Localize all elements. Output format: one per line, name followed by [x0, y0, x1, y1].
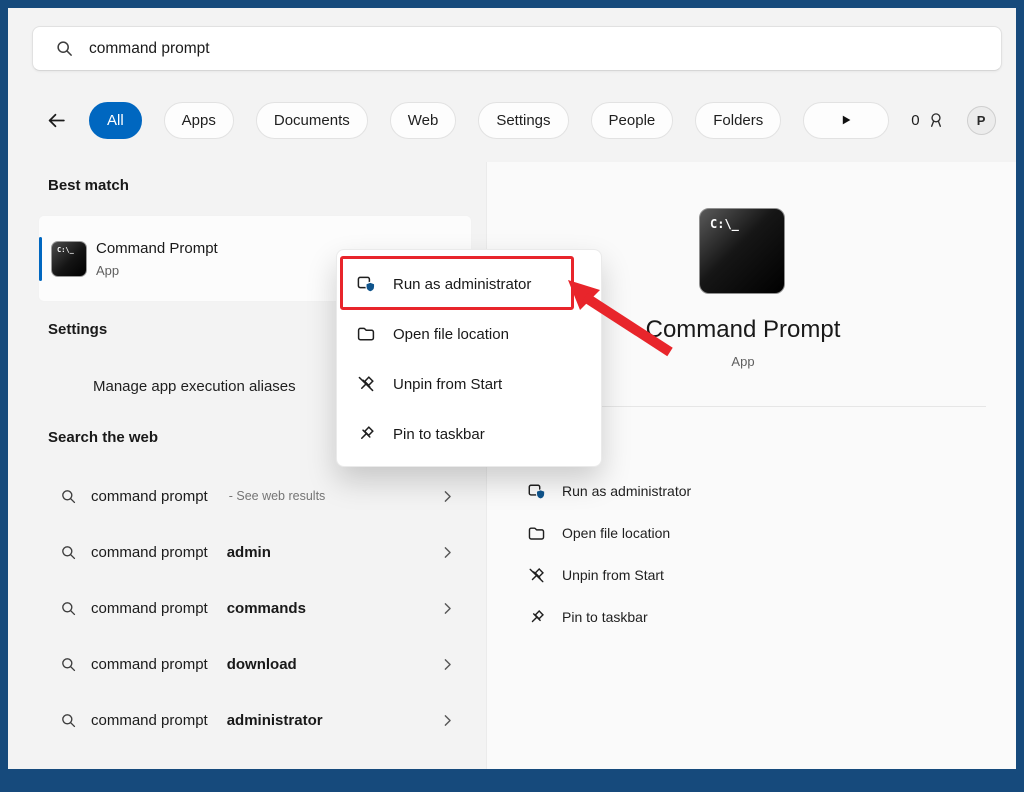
web-suggestion-row[interactable]: command prompt commands	[38, 580, 472, 636]
filter-tab-documents[interactable]: Documents	[256, 102, 368, 139]
user-avatar[interactable]: P	[967, 106, 996, 135]
settings-result-label: Manage app execution aliases	[93, 378, 296, 395]
preview-action-unpin-from-start[interactable]: Unpin from Start	[527, 554, 996, 596]
search-icon	[60, 600, 77, 617]
web-suggestion-row[interactable]: command prompt - See web results	[38, 468, 472, 524]
web-suggestion-row[interactable]: command prompt admin	[38, 524, 472, 580]
filter-bar: All Apps Documents Web Settings People F…	[46, 101, 1024, 139]
filter-tab-label: Apps	[182, 112, 216, 129]
result-subtitle: App	[96, 263, 218, 278]
filter-tab-label: Settings	[496, 112, 550, 129]
annotation-highlight-box	[340, 256, 574, 310]
preview-action-label: Open file location	[562, 525, 670, 541]
rewards-count: 0	[911, 112, 919, 129]
search-query-text: command prompt	[89, 40, 210, 58]
web-suggestion-row[interactable]: command prompt download	[38, 636, 472, 692]
suggestion-query-bold: administrator	[227, 712, 323, 729]
chevron-right-icon[interactable]	[439, 544, 456, 561]
settings-heading: Settings	[48, 321, 107, 338]
preview-action-label: Pin to taskbar	[562, 609, 648, 625]
pin-icon	[356, 424, 376, 444]
preview-action-run-as-admin[interactable]: Run as administrator	[527, 470, 996, 512]
folder-icon	[527, 524, 546, 543]
window-border-top	[0, 0, 1024, 8]
suggestion-note: - See web results	[229, 489, 326, 503]
window-border-left	[0, 0, 8, 792]
filter-tab-apps[interactable]: Apps	[164, 102, 234, 139]
command-prompt-icon: C:\_	[51, 241, 87, 277]
suggestion-query-bold: commands	[227, 600, 306, 617]
result-title: Command Prompt	[96, 239, 218, 258]
filter-tab-label: Documents	[274, 112, 350, 129]
suggestion-query: command prompt	[91, 488, 208, 505]
suggestion-query: command prompt	[91, 600, 208, 617]
filter-tab-label: People	[609, 112, 656, 129]
cmd-icon-text: C:\_	[57, 246, 74, 254]
pin-icon	[527, 608, 546, 627]
search-input[interactable]: command prompt	[32, 26, 1002, 71]
filter-tab-label: Folders	[713, 112, 763, 129]
selection-accent-bar	[39, 237, 42, 281]
preview-action-pin-to-taskbar[interactable]: Pin to taskbar	[527, 596, 996, 638]
filter-scroll-right-button[interactable]	[803, 102, 889, 139]
search-icon	[60, 712, 77, 729]
context-menu-label: Open file location	[393, 326, 509, 343]
preview-action-open-file-location[interactable]: Open file location	[527, 512, 996, 554]
chevron-right-icon[interactable]	[439, 712, 456, 729]
folder-icon	[356, 324, 376, 344]
filter-tab-label: All	[107, 112, 124, 129]
preview-actions: Run as administrator Open file location …	[527, 470, 996, 638]
context-menu-item-pin-to-taskbar[interactable]: Pin to taskbar	[337, 409, 601, 459]
admin-shield-icon	[527, 482, 546, 501]
suggestion-query: command prompt	[91, 656, 208, 673]
rewards-counter[interactable]: 0	[911, 111, 944, 129]
context-menu-label: Unpin from Start	[393, 376, 502, 393]
filter-tab-label: Web	[408, 112, 439, 129]
avatar-initial: P	[977, 113, 986, 128]
suggestion-query: command prompt	[91, 712, 208, 729]
search-icon	[55, 39, 74, 58]
command-prompt-icon-large: C:\_	[699, 208, 785, 294]
context-menu-item-unpin-from-start[interactable]: Unpin from Start	[337, 359, 601, 409]
cmd-icon-text: C:\_	[710, 217, 739, 231]
search-icon	[60, 544, 77, 561]
play-icon	[838, 112, 854, 128]
unpin-icon	[356, 374, 376, 394]
back-button[interactable]	[46, 110, 67, 131]
annotation-arrow	[560, 270, 690, 365]
context-menu-label: Pin to taskbar	[393, 426, 485, 443]
windows-search-panel: command prompt All Apps Documents Web Se…	[0, 0, 1024, 792]
chevron-right-icon[interactable]	[439, 488, 456, 505]
filter-tab-all[interactable]: All	[89, 102, 142, 139]
search-icon	[60, 488, 77, 505]
chevron-right-icon[interactable]	[439, 656, 456, 673]
rewards-medal-icon	[927, 111, 945, 129]
suggestion-query-bold: download	[227, 656, 297, 673]
filter-tab-settings[interactable]: Settings	[478, 102, 568, 139]
best-match-heading: Best match	[48, 177, 129, 194]
best-match-text: Command Prompt App	[96, 239, 218, 278]
window-border-bottom	[0, 769, 1024, 792]
unpin-icon	[527, 566, 546, 585]
preview-action-label: Unpin from Start	[562, 567, 664, 583]
suggestion-query-bold: admin	[227, 544, 271, 561]
suggestion-query: command prompt	[91, 544, 208, 561]
search-icon	[60, 656, 77, 673]
search-the-web-heading: Search the web	[48, 429, 158, 446]
chevron-right-icon[interactable]	[439, 600, 456, 617]
filter-tab-people[interactable]: People	[591, 102, 674, 139]
filter-tab-web[interactable]: Web	[390, 102, 457, 139]
filter-tab-folders[interactable]: Folders	[695, 102, 781, 139]
preview-action-label: Run as administrator	[562, 483, 691, 499]
window-border-right	[1016, 0, 1024, 792]
web-suggestion-row[interactable]: command prompt administrator	[38, 692, 472, 748]
